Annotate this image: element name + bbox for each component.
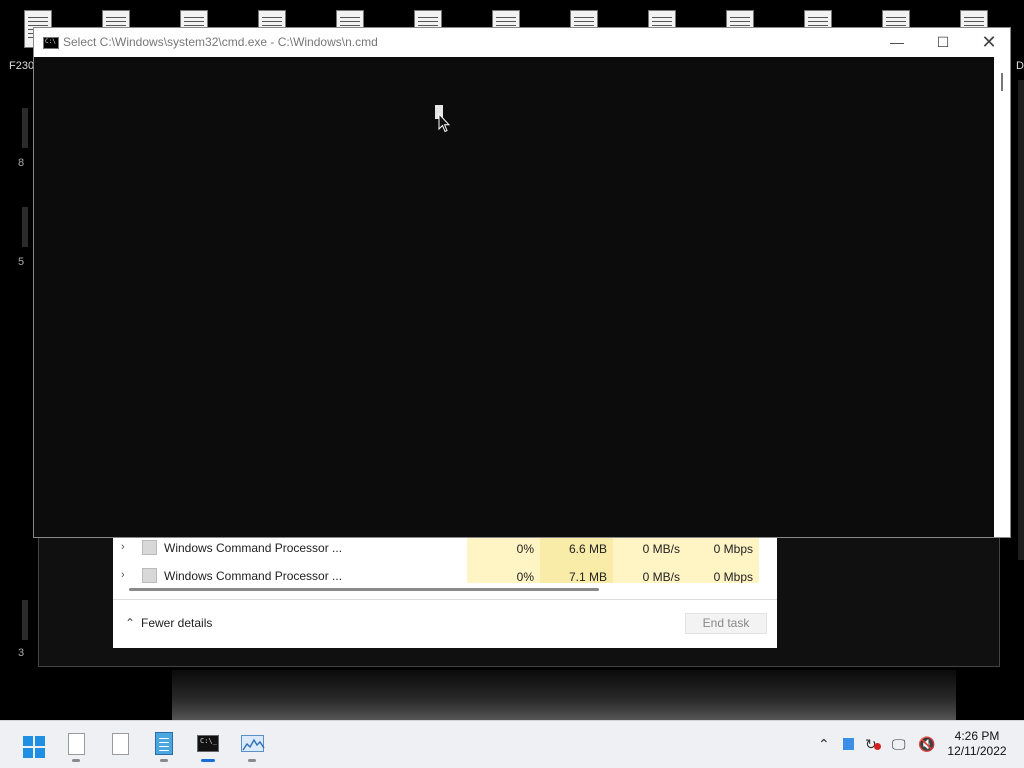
clock[interactable]: 4:26 PM 12/11/2022 bbox=[940, 729, 1014, 759]
desktop: F230 D 8 5 3 › Windows Command Processor… bbox=[0, 0, 1024, 720]
desktop-edge-item bbox=[22, 108, 28, 148]
running-indicator bbox=[248, 759, 256, 762]
taskbar-file-button[interactable] bbox=[102, 727, 138, 763]
divider bbox=[113, 599, 777, 600]
fewer-details-button[interactable]: ⌃ Fewer details bbox=[125, 616, 212, 630]
vertical-scrollbar[interactable] bbox=[994, 57, 1010, 537]
dimmed-window-preview bbox=[172, 670, 956, 720]
command-prompt-icon[interactable] bbox=[43, 37, 59, 49]
running-indicator bbox=[72, 759, 80, 762]
minimize-button[interactable]: — bbox=[874, 28, 920, 57]
chevron-up-icon: ⌃ bbox=[125, 616, 136, 630]
expand-chevron-icon[interactable]: › bbox=[121, 541, 131, 553]
desktop-edge-number: 3 bbox=[18, 647, 25, 659]
resource-monitor-icon bbox=[241, 735, 265, 752]
memory-cell: 6.6 MB bbox=[540, 535, 613, 563]
close-button[interactable]: ✕ bbox=[966, 28, 1012, 57]
desktop-icon-label: F230 bbox=[9, 60, 35, 72]
notepad-icon bbox=[155, 732, 173, 755]
desktop-icon-label: D bbox=[1016, 60, 1024, 72]
process-icon bbox=[142, 540, 157, 555]
disk-cell: 0 MB/s bbox=[613, 563, 686, 583]
network-cell: 0 Mbps bbox=[686, 535, 759, 563]
chevron-up-icon[interactable]: ⌃ bbox=[818, 736, 830, 753]
taskbar-notepad-button[interactable] bbox=[146, 727, 182, 763]
sync-icon[interactable]: ↻ bbox=[865, 736, 881, 753]
fewer-details-label: Fewer details bbox=[141, 616, 213, 630]
process-row[interactable]: › Windows Command Processor ... 0% 7.1 M… bbox=[113, 563, 777, 583]
blue-square-icon[interactable] bbox=[843, 738, 854, 750]
horizontal-scrollbar[interactable] bbox=[129, 588, 599, 591]
command-prompt-icon bbox=[197, 735, 219, 752]
taskbar-cmd-button[interactable] bbox=[190, 727, 226, 763]
taskbar: ⌃ ↻ 🖵 🔇 4:26 PM 12/11/2022 bbox=[0, 720, 1024, 768]
desktop-edge-number: 8 bbox=[18, 157, 25, 169]
task-manager-panel: › Windows Command Processor ... 0% 6.6 M… bbox=[113, 535, 777, 648]
volume-muted-icon[interactable]: 🔇 bbox=[918, 736, 935, 753]
mouse-pointer-icon bbox=[438, 113, 450, 133]
file-icon bbox=[68, 733, 85, 755]
running-indicator bbox=[160, 759, 168, 762]
scrollbar-thumb[interactable] bbox=[1001, 73, 1003, 91]
active-indicator bbox=[201, 759, 215, 762]
cpu-cell: 0% bbox=[467, 563, 540, 583]
taskbar-monitor-button[interactable] bbox=[234, 727, 270, 763]
clock-time: 4:26 PM bbox=[954, 729, 1000, 743]
process-name: Windows Command Processor ... bbox=[164, 541, 343, 555]
command-prompt-window[interactable]: Select C:\Windows\system32\cmd.exe - C:\… bbox=[33, 27, 1011, 538]
cpu-cell: 0% bbox=[467, 535, 540, 563]
file-icon bbox=[112, 733, 129, 755]
network-cell: 0 Mbps bbox=[686, 563, 759, 583]
process-icon bbox=[142, 568, 157, 583]
desktop-edge-item bbox=[22, 600, 28, 640]
disk-cell: 0 MB/s bbox=[613, 535, 686, 563]
console-output-area[interactable] bbox=[34, 57, 994, 537]
process-row[interactable]: › Windows Command Processor ... 0% 6.6 M… bbox=[113, 535, 777, 563]
maximize-button[interactable]: ☐ bbox=[920, 28, 966, 57]
clock-date: 12/11/2022 bbox=[947, 744, 1007, 758]
memory-cell: 7.1 MB bbox=[540, 563, 613, 583]
end-task-button[interactable]: End task bbox=[685, 613, 767, 634]
windows-start-icon bbox=[23, 736, 45, 758]
desktop-edge-number: 5 bbox=[18, 256, 25, 268]
window-title: Select C:\Windows\system32\cmd.exe - C:\… bbox=[63, 35, 378, 49]
start-button[interactable] bbox=[14, 727, 50, 763]
title-bar[interactable]: Select C:\Windows\system32\cmd.exe - C:\… bbox=[34, 28, 1010, 57]
desktop-edge-item bbox=[22, 207, 28, 247]
monitor-icon[interactable]: 🖵 bbox=[892, 736, 906, 753]
taskbar-file-button[interactable] bbox=[58, 727, 94, 763]
desktop-edge-item bbox=[1018, 80, 1024, 560]
process-name: Windows Command Processor ... bbox=[164, 569, 343, 583]
expand-chevron-icon[interactable]: › bbox=[121, 569, 131, 581]
